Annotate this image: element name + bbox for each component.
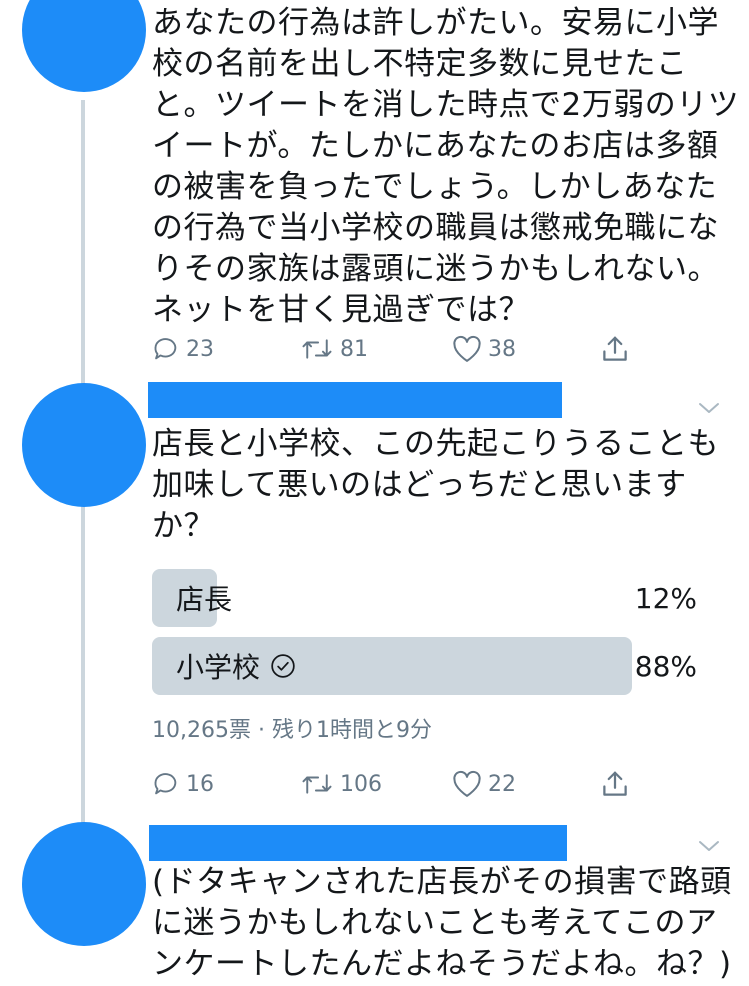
poll-meta: 10,265票 · 残り1時間と9分 <box>152 718 432 743</box>
poll-option: 店長 12% <box>152 569 697 627</box>
reply-button[interactable]: 16 <box>152 767 214 801</box>
tweet-text-line: に迷うかもしれないことも考えてこのア <box>152 905 718 941</box>
reply-count: 23 <box>186 336 214 362</box>
reply-icon <box>152 770 180 798</box>
tweet-text-line: と。ツイートを消した時点で2万弱のリツ <box>152 87 740 123</box>
thread-line-1 <box>81 100 85 385</box>
retweet-button[interactable]: 81 <box>300 332 368 366</box>
share-button[interactable] <box>600 767 630 801</box>
avatar[interactable] <box>22 0 146 92</box>
like-button[interactable]: 22 <box>452 767 516 801</box>
tweet-text-line: ネットを甘く見過ぎでは？ <box>152 292 530 328</box>
poll-option-label: 小学校 <box>176 651 261 684</box>
poll-option-label: 店長 <box>176 583 233 616</box>
tweet-text-line: ンケートしたんだよねそうだよね。ね？) <box>152 946 732 982</box>
tweet-text-line: の被害を負ったでしょう。しかしあなた <box>152 169 718 205</box>
like-button[interactable]: 38 <box>452 332 516 366</box>
retweet-icon <box>300 771 334 797</box>
tweet-text: あなたの行為は許しがたい。安易に小学 校の名前を出し不特定多数に見せたこ と。ツ… <box>152 3 739 331</box>
tweet-text: 店長と小学校、この先起こりうることも 加味して悪いのはどっちだと思います か？ <box>152 424 719 547</box>
thread-line-2 <box>81 503 85 825</box>
retweet-button[interactable]: 106 <box>300 767 382 801</box>
poll-option: 小学校 88% <box>152 637 697 695</box>
reply-button[interactable]: 23 <box>152 332 214 366</box>
retweet-count: 106 <box>340 771 382 797</box>
tweet-actions: 16 106 22 <box>152 767 642 801</box>
chevron-down-icon[interactable] <box>697 400 721 420</box>
share-icon <box>600 334 630 364</box>
tweet-text-line: か？ <box>152 508 215 544</box>
tweet-text-line: あなたの行為は許しがたい。安易に小学 <box>152 5 719 41</box>
tweet-text-line: (ドタキャンされた店長がその損害で路頭 <box>152 864 732 900</box>
redacted-username <box>148 382 562 418</box>
retweet-count: 81 <box>340 336 368 362</box>
avatar[interactable] <box>22 822 146 946</box>
avatar[interactable] <box>22 383 146 507</box>
chevron-down-icon[interactable] <box>697 838 721 858</box>
tweet-text-line: 店長と小学校、この先起こりうることも <box>152 426 719 462</box>
tweet-text: (ドタキャンされた店長がその損害で路頭 に迷うかもしれないことも考えてこのア ン… <box>152 862 732 985</box>
tweet-text-line: りその家族は露頭に迷うかもしれない。 <box>152 251 719 287</box>
like-icon <box>452 770 482 798</box>
share-button[interactable] <box>600 332 630 366</box>
tweet-text-line: 加味して悪いのはどっちだと思います <box>152 467 687 503</box>
tweet-actions: 23 81 38 <box>152 332 642 366</box>
check-circle-icon <box>270 653 296 679</box>
poll-option-percent: 88% <box>634 649 697 683</box>
like-count: 38 <box>488 336 516 362</box>
retweet-icon <box>300 336 334 362</box>
redacted-username <box>149 825 567 861</box>
tweet-text-line: の行為で当小学校の職員は懲戒免職にな <box>152 210 719 246</box>
reply-icon <box>152 335 180 363</box>
like-count: 22 <box>488 771 516 797</box>
tweet-text-line: イートが。たしかにあなたのお店は多額 <box>152 128 719 164</box>
tweet-text-line: 校の名前を出し不特定多数に見せたこ <box>152 46 688 82</box>
like-icon <box>452 335 482 363</box>
reply-count: 16 <box>186 771 214 797</box>
share-icon <box>600 769 630 799</box>
poll-option-percent: 12% <box>634 581 697 615</box>
